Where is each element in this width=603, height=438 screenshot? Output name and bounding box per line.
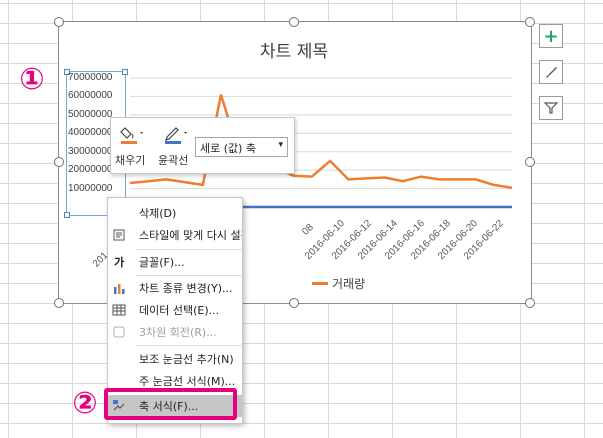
table-icon <box>112 303 126 317</box>
outline-label: 윤곽선 <box>158 154 189 167</box>
font-icon: 가 <box>113 255 125 269</box>
highlight-box <box>104 388 237 420</box>
mini-format-toolbar: 채우기 윤곽선 세로 (값) 축 ▾ <box>110 117 295 174</box>
reset-style-icon <box>112 228 126 242</box>
chart-element-select-value: 세로 (값) 축 <box>200 142 257 155</box>
step-badge-one: ① <box>19 61 45 97</box>
pen-icon <box>165 127 187 144</box>
chart-element-select[interactable]: 세로 (값) 축 ▾ <box>195 137 288 157</box>
axis-handle-bl[interactable] <box>64 212 70 218</box>
bar-chart-icon <box>112 281 126 295</box>
menu-separator <box>136 249 242 250</box>
menu-item-change-chart-type[interactable]: 차트 종류 변경(Y)... <box>108 277 242 298</box>
legend-label: 거래량 <box>332 277 366 291</box>
legend-swatch <box>312 282 328 285</box>
menu-separator <box>136 275 242 276</box>
cube-icon <box>112 325 126 339</box>
menu-item-reset-style[interactable]: 스타일에 맞게 다시 설정(A) <box>108 224 242 245</box>
plus-icon: + <box>543 25 559 47</box>
legend[interactable]: 거래량 <box>312 275 365 292</box>
menu-item-select-data[interactable]: 데이터 선택(E)... <box>108 299 242 320</box>
y-tick-label: 70000000 <box>68 72 113 83</box>
menu-item-font[interactable]: 가 글꼴(F)... <box>108 251 242 272</box>
menu-item-add-minor-gridlines[interactable]: 보조 눈금선 추가(N) <box>108 348 242 369</box>
menu-item-3d-rotation: 3차원 회전(R)... <box>108 321 242 342</box>
menu-item-delete[interactable]: 삭제(D) <box>108 202 242 223</box>
fill-button[interactable] <box>119 124 147 144</box>
y-tick-label: 10000000 <box>68 182 113 194</box>
chart-styles-button[interactable] <box>539 60 563 84</box>
plot-area <box>129 77 513 209</box>
chart-elements-button[interactable]: + <box>539 24 563 48</box>
outline-button[interactable] <box>163 124 191 144</box>
brush-icon <box>546 67 557 78</box>
y-tick-label: 60000000 <box>68 90 113 102</box>
filter-icon <box>544 102 558 114</box>
chart-filters-button[interactable] <box>539 96 563 120</box>
dropdown-arrow-icon: ▾ <box>278 140 283 150</box>
fill-label: 채우기 <box>115 154 146 167</box>
step-badge-two: ② <box>72 385 98 421</box>
paint-bucket-icon <box>120 127 143 144</box>
menu-separator <box>136 345 242 346</box>
